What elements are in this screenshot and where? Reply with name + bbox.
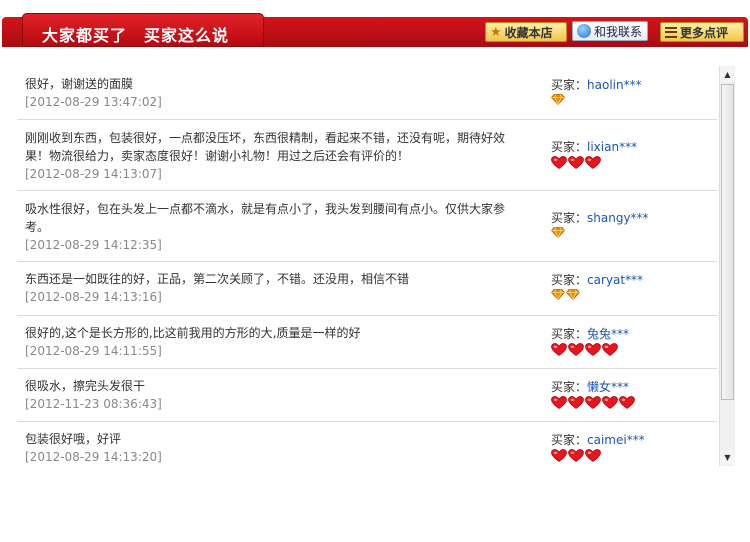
buyer-info: 买家：shangy*** bbox=[551, 209, 649, 226]
review-list-scrollbar[interactable]: ▲ ▼ bbox=[719, 66, 735, 466]
scrollbar-thumb[interactable] bbox=[721, 84, 734, 400]
buyer-info: 买家：懒女*** bbox=[551, 378, 629, 395]
buyer-name-link[interactable]: shangy*** bbox=[587, 211, 649, 225]
heart-rank-icon bbox=[619, 396, 635, 409]
buyer-prefix: 买家： bbox=[551, 327, 588, 341]
buyer-info: 买家：lixian*** bbox=[551, 138, 637, 155]
heart-rank-icon bbox=[585, 156, 601, 169]
buyer-name-link[interactable]: caryat*** bbox=[587, 273, 643, 287]
favorite-shop-button[interactable]: ★ 收藏本店 bbox=[485, 22, 567, 42]
heart-rank-icon bbox=[551, 343, 567, 356]
diamond-rank-icon bbox=[551, 289, 565, 300]
buyer-prefix: 买家： bbox=[551, 433, 588, 447]
review-date: [2012-08-29 14:13:07] bbox=[25, 167, 162, 181]
review-text: 很吸水，擦完头发很干 bbox=[25, 379, 146, 393]
review-date: [2012-08-29 14:13:16] bbox=[25, 290, 162, 304]
buyer-rank bbox=[551, 156, 601, 169]
review-comment: 包装很好哦，好评 [2012-08-29 14:13:20] bbox=[25, 430, 525, 466]
more-reviews-label: 更多点评 bbox=[680, 25, 729, 40]
review-text: 很好的,这个是长方形的,比这前我用的方形的大,质量是一样的好 bbox=[25, 326, 361, 340]
review-comment: 很吸水，擦完头发很干 [2012-11-23 08:36:43] bbox=[25, 377, 525, 413]
list-icon bbox=[665, 26, 677, 38]
buyer-rank bbox=[551, 396, 635, 409]
diamond-rank-icon bbox=[551, 227, 565, 238]
scroll-up-arrow-icon[interactable]: ▲ bbox=[720, 67, 735, 82]
buyer-rank bbox=[551, 343, 618, 356]
buyer-name-link[interactable]: haolin*** bbox=[587, 78, 642, 92]
buyer-prefix: 买家： bbox=[551, 273, 588, 287]
review-comment: 很好的,这个是长方形的,比这前我用的方形的大,质量是一样的好 [2012-08-… bbox=[25, 324, 525, 360]
buyer-name-link[interactable]: 懒女*** bbox=[587, 380, 629, 394]
buyer-info: 买家：caryat*** bbox=[551, 271, 643, 288]
contact-me-button[interactable]: . 和我联系 bbox=[572, 21, 648, 41]
review-row: 很好的,这个是长方形的,比这前我用的方形的大,质量是一样的好 [2012-08-… bbox=[17, 316, 717, 369]
review-comment: 吸水性很好，包在头发上一点都不滴水，就是有点小了，我头发到腰间有点小。仅供大家参… bbox=[25, 200, 525, 254]
heart-rank-icon bbox=[568, 156, 584, 169]
review-text: 东西还是一如既往的好，正品，第二次关顾了，不错。还没用，相信不错 bbox=[25, 272, 410, 286]
heart-rank-icon bbox=[551, 449, 567, 462]
review-date: [2012-08-29 14:13:20] bbox=[25, 450, 162, 464]
heart-rank-icon bbox=[551, 396, 567, 409]
buyer-rank bbox=[551, 94, 565, 105]
buyer-prefix: 买家： bbox=[551, 140, 588, 154]
heart-rank-icon bbox=[602, 396, 618, 409]
contact-me-label: 和我联系 bbox=[594, 24, 643, 39]
buyer-name-link[interactable]: caimei*** bbox=[587, 433, 645, 447]
buyer-prefix: 买家： bbox=[551, 211, 588, 225]
diamond-rank-icon bbox=[566, 289, 580, 300]
buyer-name-link[interactable]: lixian*** bbox=[587, 140, 637, 154]
tab-reviews[interactable]: 大家都买了 买家这么说 bbox=[22, 13, 264, 47]
chat-bubble-icon: . bbox=[577, 24, 591, 38]
review-date: [2012-08-29 14:11:55] bbox=[25, 344, 162, 358]
review-text: 吸水性很好，包在头发上一点都不滴水，就是有点小了，我头发到腰间有点小。仅供大家参… bbox=[25, 202, 506, 234]
review-row: 很好，谢谢送的面膜 [2012-08-29 13:47:02] 买家：haoli… bbox=[17, 66, 717, 120]
review-row: 吸水性很好，包在头发上一点都不滴水，就是有点小了，我头发到腰间有点小。仅供大家参… bbox=[17, 191, 717, 262]
buyer-name-link[interactable]: 兔兔*** bbox=[587, 327, 629, 341]
review-text: 包装很好哦，好评 bbox=[25, 432, 122, 446]
buyer-prefix: 买家： bbox=[551, 78, 588, 92]
review-comment: 很好，谢谢送的面膜 [2012-08-29 13:47:02] bbox=[25, 75, 525, 111]
more-reviews-button[interactable]: 更多点评 bbox=[660, 22, 744, 42]
buyer-info: 买家：caimei*** bbox=[551, 431, 645, 448]
heart-rank-icon bbox=[551, 156, 567, 169]
review-comment: 刚刚收到东西，包装很好，一点都没压坏，东西很精制，看起来不错，还没有呢，期待好效… bbox=[25, 129, 525, 183]
review-row: 刚刚收到东西，包装很好，一点都没压坏，东西很精制，看起来不错，还没有呢，期待好效… bbox=[17, 120, 717, 191]
heart-rank-icon bbox=[568, 449, 584, 462]
buyer-rank bbox=[551, 289, 580, 300]
buyer-prefix: 买家： bbox=[551, 380, 588, 394]
review-date: [2012-08-29 14:12:35] bbox=[25, 238, 162, 252]
review-comment: 东西还是一如既往的好，正品，第二次关顾了，不错。还没用，相信不错 [2012-0… bbox=[25, 270, 525, 306]
buyer-rank bbox=[551, 227, 565, 238]
tab-reviews-label: 大家都买了 买家这么说 bbox=[42, 26, 230, 45]
heart-rank-icon bbox=[602, 343, 618, 356]
favorite-shop-label: 收藏本店 bbox=[504, 25, 553, 40]
heart-rank-icon bbox=[568, 343, 584, 356]
review-row: 包装很好哦，好评 [2012-08-29 14:13:20] 买家：caimei… bbox=[17, 422, 717, 466]
buyer-rank bbox=[551, 449, 601, 462]
review-date: [2012-08-29 13:47:02] bbox=[25, 95, 162, 109]
buyer-info: 买家：haolin*** bbox=[551, 76, 642, 93]
scroll-down-arrow-icon[interactable]: ▼ bbox=[720, 450, 735, 465]
review-text: 刚刚收到东西，包装很好，一点都没压坏，东西很精制，看起来不错，还没有呢，期待好效… bbox=[25, 131, 506, 163]
heart-rank-icon bbox=[585, 343, 601, 356]
review-text: 很好，谢谢送的面膜 bbox=[25, 77, 134, 91]
review-list: 很好，谢谢送的面膜 [2012-08-29 13:47:02] 买家：haoli… bbox=[17, 66, 717, 466]
review-date: [2012-11-23 08:36:43] bbox=[25, 397, 162, 411]
heart-rank-icon bbox=[585, 449, 601, 462]
heart-rank-icon bbox=[568, 396, 584, 409]
star-icon: ★ bbox=[490, 24, 502, 40]
heart-rank-icon bbox=[585, 396, 601, 409]
buyer-info: 买家：兔兔*** bbox=[551, 325, 629, 342]
diamond-rank-icon bbox=[551, 94, 565, 105]
header-bar: 大家都买了 买家这么说 ★ 收藏本店 . 和我联系 更多点评 bbox=[0, 0, 750, 47]
review-row: 东西还是一如既往的好，正品，第二次关顾了，不错。还没用，相信不错 [2012-0… bbox=[17, 262, 717, 316]
review-row: 很吸水，擦完头发很干 [2012-11-23 08:36:43] 买家：懒女**… bbox=[17, 369, 717, 422]
